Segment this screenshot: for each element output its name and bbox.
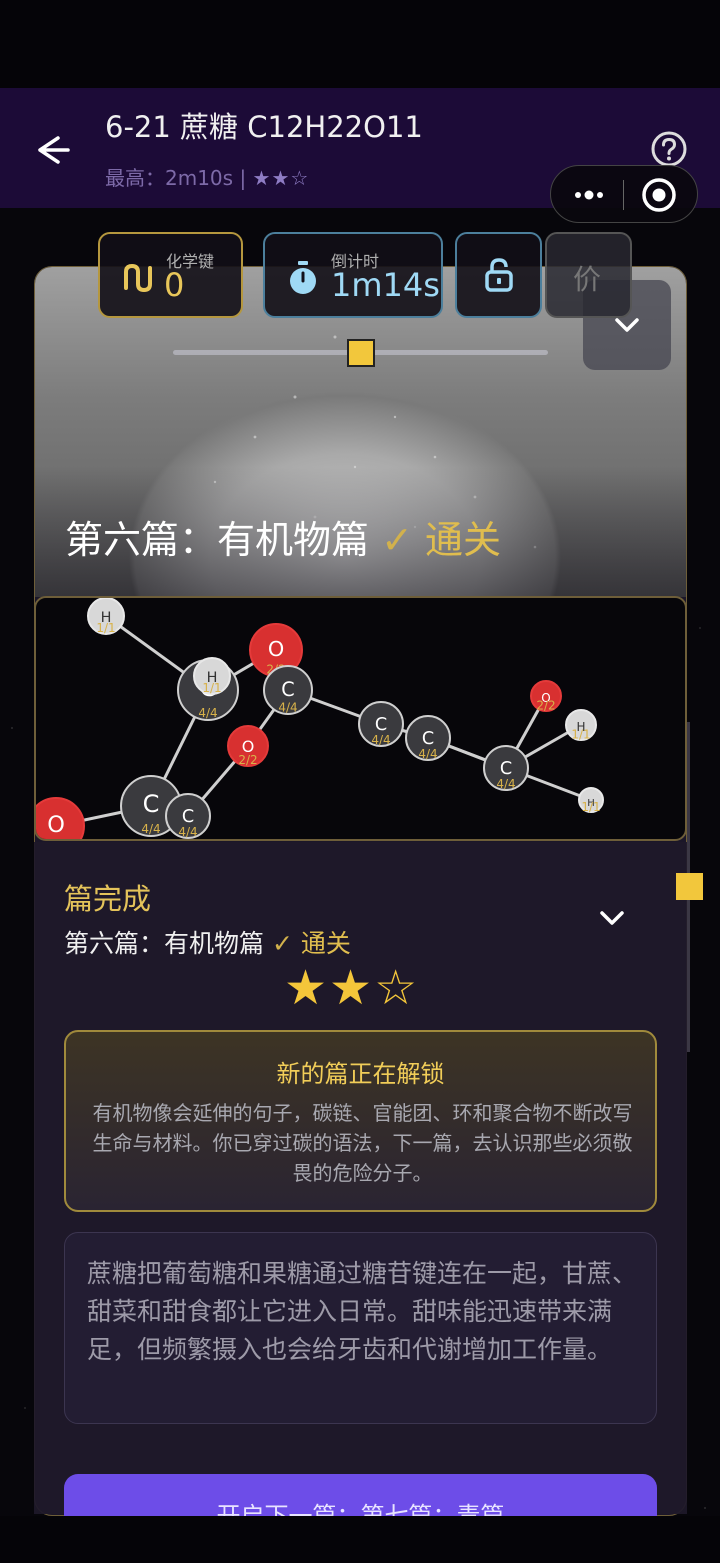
completion-pass-status: 通关 <box>300 929 351 958</box>
atom-symbol: O <box>268 637 284 661</box>
level-title: 6-21 蔗糖 C12H22O11 <box>105 110 423 144</box>
atom-o[interactable]: O2/2 <box>227 725 269 767</box>
best-time: 2m10s <box>165 166 234 190</box>
countdown-timer: 倒计时 1m14s <box>263 232 443 318</box>
atom-h[interactable]: H1/1 <box>565 709 597 742</box>
chevron-down-icon[interactable] <box>594 900 630 936</box>
atom-h[interactable]: H1/1 <box>87 598 125 635</box>
atom-c[interactable]: C4/4 <box>165 793 211 839</box>
atom-h[interactable]: H1/1 <box>578 787 604 814</box>
more-dots-icon[interactable] <box>567 178 611 212</box>
stopwatch-icon <box>290 261 316 294</box>
atom-valence-label: 1/1 <box>571 728 590 742</box>
hero-chapter-name: 第六篇：有机物篇 <box>65 518 370 562</box>
bonds-value: 0 <box>164 266 185 304</box>
atom-valence-label: 4/4 <box>141 822 160 836</box>
lock-icon <box>485 258 513 292</box>
best-stars: ★★☆ <box>252 166 310 190</box>
best-label: 最高： <box>105 166 165 190</box>
hero-pass-status: 通关 <box>425 518 502 562</box>
bond-icon <box>124 263 152 293</box>
atom-c[interactable]: C4/4 <box>358 701 404 747</box>
atom-symbol: C <box>281 678 294 701</box>
lock-button[interactable] <box>455 232 542 318</box>
best-separator: | <box>239 166 247 190</box>
completion-panel: 篇完成 第六篇：有机物篇 ✓ 通关 ★★☆ 新的篇正在解锁 有机物像会延伸的句子… <box>34 842 687 1544</box>
atom-c[interactable]: C4/4 <box>405 715 451 761</box>
bonds-counter: 化学键 0 <box>98 232 243 318</box>
question-circle-icon[interactable] <box>650 130 688 168</box>
scrollbar-thumb[interactable] <box>676 873 703 900</box>
atom-valence-label: 1/1 <box>581 800 600 814</box>
price-button[interactable]: 价 <box>545 232 632 318</box>
completion-chapter: 第六篇：有机物篇 ✓ 通关 <box>64 924 351 960</box>
unlock-notice: 新的篇正在解锁 有机物像会延伸的句子，碳链、官能团、环和聚合物不断改写生命与材料… <box>64 1030 657 1212</box>
atom-valence-label: 4/4 <box>278 701 297 715</box>
atom-symbol: C <box>143 790 160 818</box>
progress-slider-thumb[interactable] <box>346 339 375 367</box>
molecule-description: 蔗糖把葡萄糖和果糖通过糖苷键连在一起，甘蔗、甜菜和甜食都让它进入日常。甜味能迅速… <box>64 1232 657 1424</box>
mini-program-capsule <box>550 165 698 223</box>
star-rating: ★★☆ <box>284 960 420 1016</box>
atom-valence-label: 1/1 <box>96 621 115 635</box>
hero-chapter-title: 第六篇：有机物篇 ✓ 通关 <box>65 509 501 564</box>
atom-valence-label: 1/1 <box>202 681 221 695</box>
atom-c[interactable]: C4/4 <box>483 745 529 791</box>
molecule-view[interactable]: H1/1C4/4O2/2C4/4H1/1C4/4O2/2C4/4C4/4O2/2… <box>34 596 687 841</box>
atom-valence-label: 2/2 <box>238 753 257 767</box>
best-record: 最高：2m10s | ★★☆ <box>105 162 309 191</box>
atom-valence-label: 2/2 <box>536 699 555 713</box>
atom-o[interactable]: O2/2 <box>530 680 562 713</box>
bottom-bar <box>0 1516 720 1563</box>
atom-valence-label: 4/4 <box>371 733 390 747</box>
price-glyph: 价 <box>573 263 602 296</box>
atom-valence-label: 4/4 <box>178 825 197 839</box>
target-icon[interactable] <box>639 176 679 214</box>
atom-o[interactable]: O 2/2 <box>36 797 85 841</box>
atom-valence-label: 4/4 <box>496 777 515 791</box>
unlock-title: 新的篇正在解锁 <box>276 1060 445 1088</box>
timer-value: 1m14s <box>331 266 440 304</box>
atom-symbol: O <box>47 812 65 838</box>
check-icon: ✓ <box>271 929 293 958</box>
atom-c[interactable]: C4/4 <box>263 665 313 715</box>
atom-valence-label: 2/2 <box>46 840 65 841</box>
arrow-left-icon[interactable] <box>30 130 74 170</box>
completion-chapter-name: 第六篇：有机物篇 <box>64 929 265 958</box>
check-icon: ✓ <box>381 518 413 562</box>
unlock-body: 有机物像会延伸的句子，碳链、官能团、环和聚合物不断改写生命与材料。你已穿过碳的语… <box>92 1101 633 1185</box>
capsule-divider <box>623 180 624 210</box>
atom-valence-label: 4/4 <box>198 706 217 720</box>
completion-heading: 篇完成 <box>64 882 152 916</box>
atom-h[interactable]: H1/1 <box>193 657 231 695</box>
molecule-canvas[interactable]: H1/1C4/4O2/2C4/4H1/1C4/4O2/2C4/4C4/4O2/2… <box>36 598 687 841</box>
atom-valence-label: 4/4 <box>418 747 437 761</box>
description-text: 蔗糖把葡萄糖和果糖通过糖苷键连在一起，甘蔗、甜菜和甜食都让它进入日常。甜味能迅速… <box>87 1259 638 1364</box>
